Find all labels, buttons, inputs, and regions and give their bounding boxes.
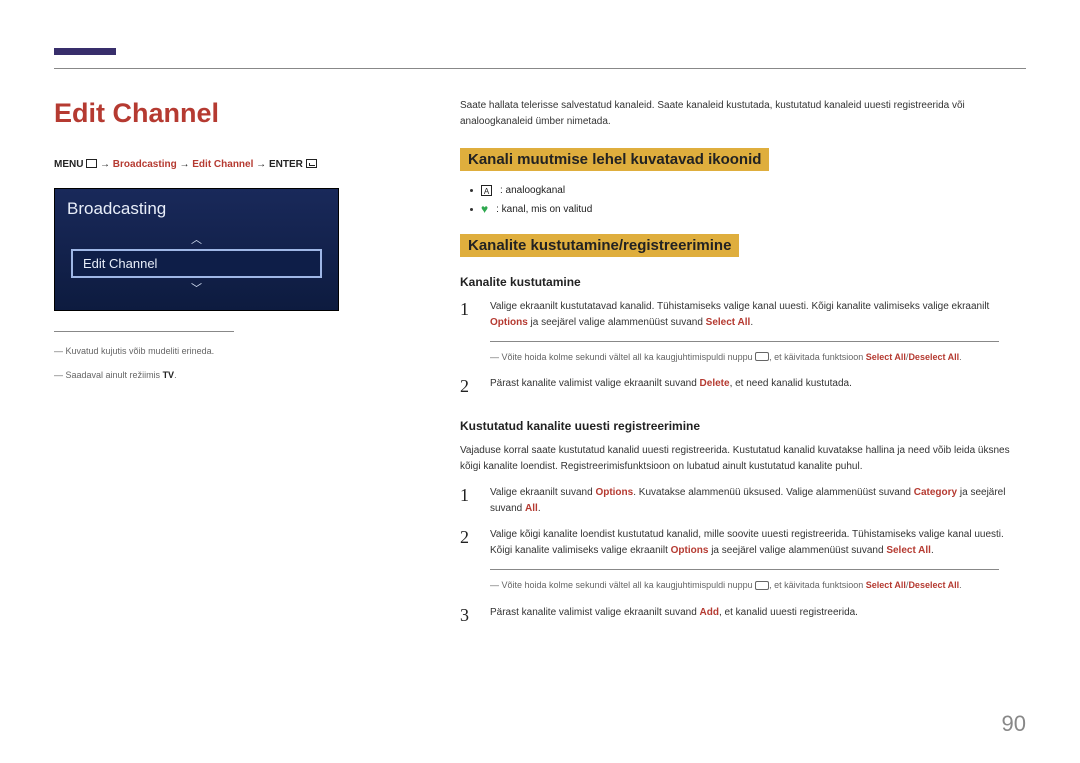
footnote-2-hl: TV (163, 370, 175, 380)
heart-label: : kanal, mis on valitud (496, 204, 592, 215)
step-text: Valige kõigi kanalite loendist kustutatu… (490, 527, 1026, 559)
header-rule (54, 68, 1026, 69)
step-number: 1 (460, 299, 474, 331)
step-text: Valige ekraanilt suvand Options. Kuvatak… (490, 485, 1026, 517)
left-column: Edit Channel MENU → Broadcasting → Edit … (54, 98, 354, 393)
breadcrumb: MENU → Broadcasting → Edit Channel → ENT… (54, 159, 354, 170)
bc-menu: MENU (54, 159, 83, 170)
bc-arrow: → (100, 159, 113, 170)
step-row: 2 Valige kõigi kanalite loendist kustuta… (460, 527, 1026, 559)
step-text: Valige ekraanilt kustutatavad kanalid. T… (490, 299, 1026, 331)
remote-button-icon (755, 352, 769, 361)
bc-arrow: → (179, 159, 192, 170)
section-deletereg-heading: Kanalite kustutamine/registreerimine (460, 234, 739, 257)
step-number: 2 (460, 527, 474, 559)
remote-button-icon (755, 581, 769, 590)
step-number: 3 (460, 605, 474, 626)
tv-panel-title: Broadcasting (55, 189, 338, 227)
tv-selected-item[interactable]: Edit Channel (71, 249, 322, 278)
footnote-2-pre: Saadaval ainult režiimis (66, 370, 163, 380)
footnote-rule (54, 331, 234, 332)
analogue-icon: A (481, 185, 492, 196)
bc-arrow: → (256, 159, 269, 170)
step-text: Pärast kanalite valimist valige ekraanil… (490, 376, 1026, 397)
footnote-2-post: . (174, 370, 177, 380)
section-icons-heading: Kanali muutmise lehel kuvatavad ikoonid (460, 148, 769, 171)
menu-icon (86, 159, 97, 168)
step-note: Võite hoida kolme sekundi vältel all ka … (490, 341, 999, 364)
bullet-icon (470, 208, 473, 211)
bc-broadcasting: Broadcasting (113, 159, 177, 170)
step-row: 1 Valige ekraanilt kustutatavad kanalid.… (460, 299, 1026, 331)
subheading-rereg: Kustutatud kanalite uuesti registreerimi… (460, 419, 1026, 433)
list-item: A : analoogkanal (470, 185, 1026, 196)
step-number: 1 (460, 485, 474, 517)
subheading-delete: Kanalite kustutamine (460, 275, 1026, 289)
step-text: Pärast kanalite valimist valige ekraanil… (490, 605, 1026, 626)
heart-icon: ♥ (481, 202, 488, 216)
step-row: 2 Pärast kanalite valimist valige ekraan… (460, 376, 1026, 397)
bc-enter: ENTER (269, 159, 303, 170)
bc-editchannel: Edit Channel (192, 159, 253, 170)
step-note: Võite hoida kolme sekundi vältel all ka … (490, 569, 999, 592)
list-item: ♥ : kanal, mis on valitud (470, 202, 1026, 216)
enter-icon (306, 159, 317, 168)
bullet-icon (470, 189, 473, 192)
footnote-2: Saadaval ainult režiimis TV. (54, 368, 354, 382)
footnote-1: Kuvatud kujutis võib mudeliti erineda. (54, 344, 354, 358)
header-accent (54, 48, 116, 55)
step-number: 2 (460, 376, 474, 397)
right-column: Saate hallata telerisse salvestatud kana… (460, 98, 1026, 636)
icon-list: A : analoogkanal ♥ : kanal, mis on valit… (470, 185, 1026, 216)
page-number: 90 (1002, 711, 1026, 737)
page-title: Edit Channel (54, 98, 354, 129)
analogue-label: : analoogkanal (500, 185, 565, 196)
intro-text: Saate hallata telerisse salvestatud kana… (460, 98, 1026, 130)
step-row: 1 Valige ekraanilt suvand Options. Kuvat… (460, 485, 1026, 517)
chevron-down-icon[interactable]: ﹀ (65, 278, 328, 298)
step-row: 3 Pärast kanalite valimist valige ekraan… (460, 605, 1026, 626)
tv-panel-body: ︿ Edit Channel ﹀ (55, 227, 338, 310)
rereg-para: Vajaduse korral saate kustutatud kanalid… (460, 443, 1026, 475)
chevron-up-icon[interactable]: ︿ (65, 229, 328, 249)
tv-panel: Broadcasting ︿ Edit Channel ﹀ (54, 188, 339, 311)
